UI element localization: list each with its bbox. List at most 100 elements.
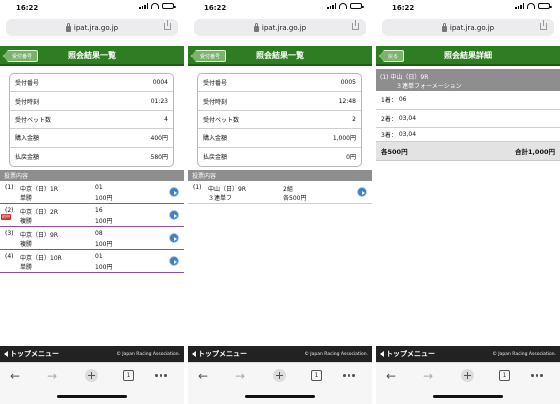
detail-bet-type: ３連単フォーメーション (396, 83, 462, 90)
summary-row: 受付番号 0005 (198, 74, 361, 93)
home-indicator (57, 395, 127, 398)
share-icon[interactable] (164, 20, 171, 30)
top-menu-link[interactable]: トップメニュー (4, 349, 59, 359)
detail-race: (1) 中山（日）9R (380, 74, 429, 81)
vote-row[interactable]: (1) 中山（日）9R ３連単フ 2組 各500円 (188, 181, 372, 204)
screen-2: 16:22 ipat.jra.go.jp 受付番号 照会結果一覧 受付番号 000… (188, 0, 372, 404)
copyright-text: © Japan Racing Association. (116, 351, 180, 357)
summary-row: 受付時刻 12:48 (198, 92, 361, 111)
home-indicator (433, 395, 503, 398)
new-tab-plus-icon[interactable] (85, 369, 98, 382)
back-arrow-icon[interactable]: ← (10, 370, 20, 382)
arrow-right-icon[interactable] (169, 210, 179, 220)
wifi-icon (527, 3, 535, 9)
triangle-left-icon (192, 351, 196, 357)
url-bar[interactable]: ipat.jra.go.jp (6, 19, 178, 36)
page-title: 照会結果一覧 (68, 50, 116, 60)
tabs-button[interactable]: 1 (123, 370, 134, 381)
new-tab-plus-icon[interactable] (461, 369, 474, 382)
page-header: 戻る 照会結果詳細 (376, 46, 560, 66)
top-menu-link[interactable]: トップメニュー (192, 349, 247, 359)
status-bar: 16:22 (376, 0, 560, 14)
footer-bar: トップメニュー © Japan Racing Association. (376, 346, 560, 362)
arrow-right-icon[interactable] (169, 233, 179, 243)
status-time: 16:22 (204, 4, 227, 12)
vote-row[interactable]: (1) 中京（日）1R 単勝 01 100円 (0, 181, 184, 204)
total-amount: 合計1,000円 (514, 148, 555, 156)
pick-row: 3着： 03,04 (376, 128, 560, 142)
pick-row: 1着： 06 (376, 91, 560, 110)
status-time: 16:22 (392, 4, 415, 12)
home-indicator (245, 395, 315, 398)
signal-icon (327, 3, 336, 9)
forward-arrow-icon[interactable]: → (235, 370, 245, 382)
url-text: ipat.jra.go.jp (449, 23, 495, 32)
more-options-icon[interactable] (155, 374, 167, 377)
summary-row: 受付ベット数 4 (10, 111, 173, 130)
footer-bar: トップメニュー © Japan Racing Association. (0, 346, 184, 362)
page-header: 受付番号 照会結果一覧 (188, 46, 372, 66)
url-bar[interactable]: ipat.jra.go.jp (382, 19, 554, 36)
page-header: 受付番号 照会結果一覧 (0, 46, 184, 66)
wifi-icon (151, 3, 159, 9)
more-options-icon[interactable] (343, 374, 355, 377)
back-arrow-icon[interactable]: ← (386, 370, 396, 382)
totals-row: 各500円 合計1,000円 (376, 142, 560, 161)
summary-table: 受付番号 0004 受付時刻 01:23 受付ベット数 4 購入金額 400円 払戻金額… (9, 73, 174, 167)
summary-row: 払戻金額 580円 (15, 154, 168, 162)
signal-icon (139, 3, 148, 9)
wifi-icon (339, 3, 347, 9)
screen-1: 16:22 ipat.jra.go.jp 受付番号 照会結果一覧 受付番号 000… (0, 0, 184, 404)
forward-arrow-icon[interactable]: → (47, 370, 57, 382)
vote-row[interactable]: (2) 的中 中京（日）2R 複勝 16 100円 (0, 204, 184, 227)
share-icon[interactable] (540, 20, 547, 30)
page-title: 照会結果詳細 (444, 50, 492, 60)
status-bar: 16:22 (188, 0, 372, 14)
tabs-button[interactable]: 1 (311, 370, 322, 381)
forward-arrow-icon[interactable]: → (423, 370, 433, 382)
summary-row: 受付ベット数 2 (198, 111, 361, 130)
summary-table: 受付番号 0005 受付時刻 12:48 受付ベット数 2 購入金額 1,000円 払戻… (197, 73, 362, 167)
top-menu-link[interactable]: トップメニュー (380, 349, 435, 359)
vote-row[interactable]: (4) 中京（日）10R 単勝 01 100円 (0, 250, 184, 273)
back-button[interactable]: 受付番号 (3, 50, 39, 62)
screen-3: 16:22 ipat.jra.go.jp 戻る 照会結果詳細 (1) 中山（日）… (376, 0, 560, 404)
vote-row[interactable]: (3) 中京（日）9R 複勝 08 100円 (0, 227, 184, 250)
hit-badge: 的中 (1, 214, 11, 220)
url-text: ipat.jra.go.jp (261, 23, 307, 32)
battery-icon (162, 3, 176, 9)
url-bar[interactable]: ipat.jra.go.jp (194, 19, 366, 36)
tabs-button[interactable]: 1 (499, 370, 510, 381)
arrow-right-icon[interactable] (169, 256, 179, 266)
lock-icon (65, 22, 71, 32)
lock-icon (253, 22, 259, 32)
status-bar: 16:22 (0, 0, 184, 14)
summary-row: 購入金額 400円 (10, 129, 173, 148)
arrow-right-icon[interactable] (169, 187, 179, 197)
summary-row: 購入金額 1,000円 (198, 129, 361, 148)
share-icon[interactable] (352, 20, 359, 30)
summary-row: 受付時刻 01:23 (10, 92, 173, 111)
copyright-text: © Japan Racing Association. (304, 351, 368, 357)
back-arrow-icon[interactable]: ← (198, 370, 208, 382)
detail-header: (1) 中山（日）9R ３連単フォーメーション (376, 69, 560, 91)
page-title: 照会結果一覧 (256, 50, 304, 60)
battery-icon (350, 3, 364, 9)
summary-row: 受付番号 0004 (10, 74, 173, 93)
section-header: 投票内容 (0, 170, 184, 181)
status-time: 16:22 (16, 4, 39, 12)
copyright-text: © Japan Racing Association. (492, 351, 556, 357)
each-amount: 各500円 (381, 148, 408, 156)
new-tab-plus-icon[interactable] (273, 369, 286, 382)
arrow-right-icon[interactable] (357, 187, 367, 197)
signal-icon (515, 3, 524, 9)
summary-row: 払戻金額 0円 (203, 154, 356, 162)
battery-icon (538, 3, 552, 9)
pick-row: 2着： 03,04 (376, 110, 560, 128)
more-options-icon[interactable] (531, 374, 543, 377)
back-button[interactable]: 受付番号 (191, 50, 227, 62)
section-header: 投票内容 (188, 170, 372, 181)
back-button[interactable]: 戻る (379, 50, 405, 62)
screens-container: 16:22 ipat.jra.go.jp 受付番号 照会結果一覧 受付番号 000… (0, 0, 560, 404)
footer-bar: トップメニュー © Japan Racing Association. (188, 346, 372, 362)
